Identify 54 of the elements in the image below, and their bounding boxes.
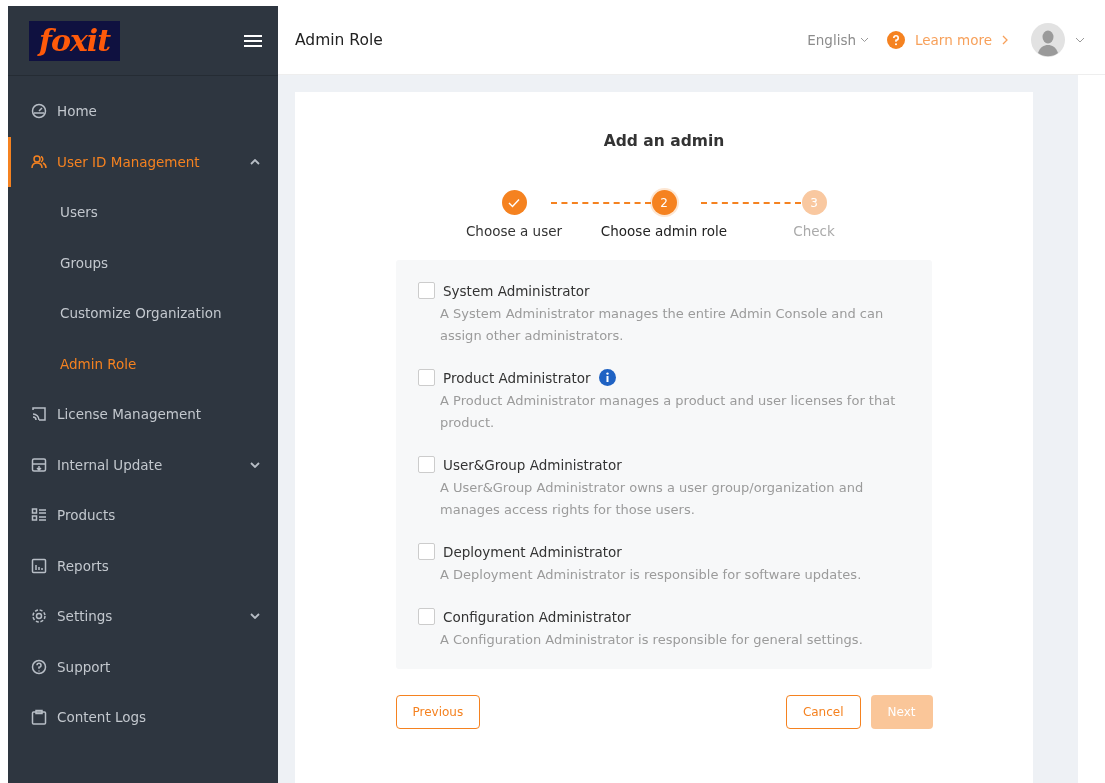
nav-item[interactable]: Internal Update (8, 439, 278, 490)
chevron-down-icon[interactable] (1075, 37, 1085, 43)
checkbox[interactable] (418, 369, 435, 386)
nav-subitem[interactable]: Users (8, 187, 278, 238)
nav-subitem[interactable]: Customize Organization (8, 288, 278, 339)
chevron-right-icon (1002, 35, 1009, 45)
help-icon (31, 658, 47, 675)
step-indicator: 2 (651, 190, 677, 215)
role-name: System Administrator (443, 282, 590, 299)
nav-item[interactable]: Content Logs (8, 692, 278, 743)
chevron-down-icon (250, 613, 260, 620)
nav-subitem[interactable]: Groups (8, 237, 278, 288)
checkbox[interactable] (418, 543, 435, 560)
role-name: Deployment Administrator (443, 543, 622, 560)
nav-item[interactable]: Products (8, 490, 278, 541)
help-icon (887, 31, 905, 49)
clipboard-icon (31, 709, 47, 726)
list-icon (31, 507, 47, 524)
nav-item[interactable]: Settings (8, 591, 278, 642)
role-name: Configuration Administrator (443, 608, 631, 625)
dashboard-icon (31, 103, 47, 120)
users-icon (31, 153, 47, 170)
wizard-title: Add an admin (603, 132, 725, 150)
step-indicator: 3 (801, 190, 827, 215)
nav-subitem[interactable]: Admin Role (8, 338, 278, 389)
nav-item[interactable]: Reports (8, 540, 278, 591)
role-description: A Product Administrator manages a product and user licenses for that product. (440, 392, 897, 432)
role-description: A Deployment Administrator is responsible for software updates. (440, 566, 863, 584)
step-label: Choose a user (465, 223, 563, 239)
role-name: Product Administrator (443, 369, 591, 386)
role-name: User&Group Administrator (443, 456, 622, 473)
drive-icon (31, 456, 47, 473)
page-title: Admin Role (295, 31, 383, 49)
info-icon[interactable] (598, 369, 616, 386)
role-description: A System Administrator manages the entire Admin Console and can assign other administrators. (440, 305, 885, 345)
gear-icon (31, 608, 47, 625)
menu-icon[interactable] (244, 33, 262, 48)
nav-item[interactable]: Support (8, 641, 278, 692)
checkbox[interactable] (418, 282, 435, 299)
role-description: A User&Group Administrator owns a user group/organization and manages access rights for those users. (440, 479, 865, 519)
cast-icon (31, 406, 47, 423)
checkbox[interactable] (418, 456, 435, 473)
role-description: A Configuration Administrator is responsible for general settings. (440, 631, 864, 649)
step-label: Choose admin role (600, 223, 728, 239)
checkbox[interactable] (418, 608, 435, 625)
nav-item[interactable]: Home (8, 86, 278, 137)
nav-item[interactable]: License Management (8, 389, 278, 440)
chevron-up-icon (250, 158, 260, 165)
step-label: Check (793, 223, 835, 239)
report-icon (31, 557, 47, 574)
chevron-down-icon (250, 461, 260, 468)
chevron-down-icon (860, 37, 869, 43)
avatar-icon[interactable] (1031, 23, 1065, 57)
logo: foxit (29, 20, 121, 61)
